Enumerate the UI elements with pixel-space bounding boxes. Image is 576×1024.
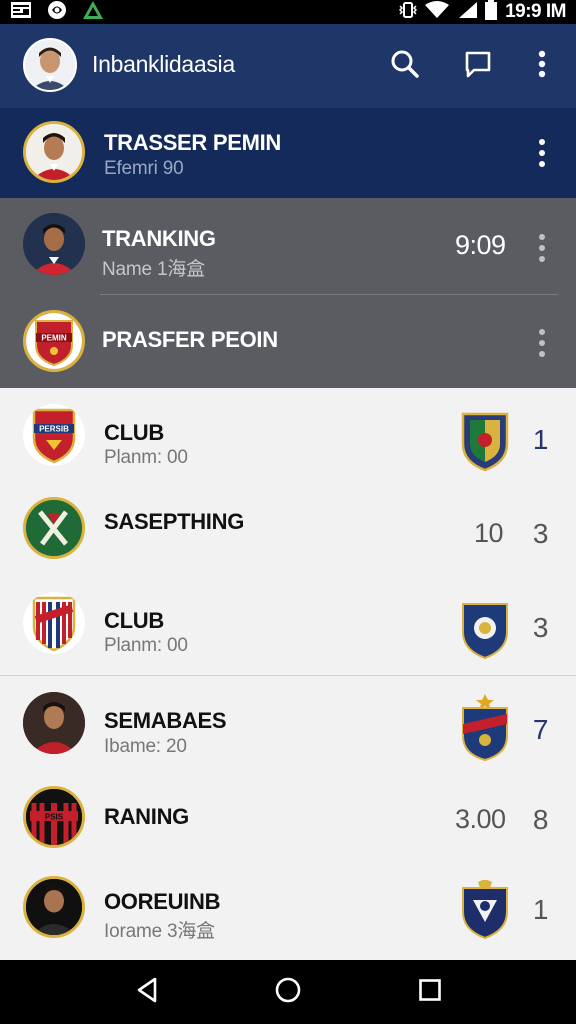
search-icon: [390, 49, 420, 84]
list-item[interactable]: PSIS RANING 3.00 8: [0, 774, 576, 868]
club-crest: PERSIB: [23, 404, 85, 466]
row-title: OOREUINB: [104, 889, 221, 914]
club-crest: PSIS: [23, 786, 85, 848]
vibrate-icon: [399, 0, 418, 25]
row-menu-button[interactable]: [530, 323, 554, 363]
row-title: PRASFER PEOIN: [102, 327, 278, 352]
recents-button[interactable]: [410, 972, 450, 1012]
club-crest: [460, 410, 510, 472]
more-icon: [537, 49, 547, 84]
signal-icon: [457, 1, 478, 24]
svg-text:PERSIB: PERSIB: [39, 425, 69, 434]
logo-icon: [82, 0, 104, 25]
svg-text:PEMIN: PEMIN: [41, 334, 67, 343]
battery-icon: [485, 0, 498, 25]
list-item[interactable]: OOREUINB Iorame 3海盒 1: [0, 868, 576, 960]
chat-button[interactable]: [458, 46, 498, 86]
app-icon: [46, 0, 68, 25]
svg-text:PSIS: PSIS: [45, 813, 64, 822]
row-subtitle: Iorame 3海盒: [104, 921, 215, 942]
club-crest: [460, 600, 510, 660]
row-title: SEMABAES: [104, 708, 227, 733]
row-score: 10: [474, 518, 504, 548]
app-screen: 19:9 IM Inbanklidaasia TRASSER PEMIN Efe…: [0, 0, 576, 1024]
player-avatar: [23, 692, 85, 754]
row-title: TRASSER PEMIN: [104, 130, 282, 155]
recents-icon: [418, 978, 442, 1007]
club-crest: [23, 497, 85, 559]
rank-number: 1: [532, 894, 549, 925]
row-menu-button[interactable]: [530, 228, 554, 268]
player-avatar: [23, 121, 85, 183]
row-title: CLUB: [104, 608, 164, 633]
row-score: 3.00: [455, 804, 506, 834]
status-bar: 19:9 IM: [0, 0, 576, 24]
profile-avatar[interactable]: [23, 38, 77, 92]
image-icon: [10, 1, 32, 24]
row-title: RANING: [104, 804, 189, 829]
home-icon: [274, 976, 302, 1009]
club-crest: [460, 694, 510, 762]
list-item[interactable]: TRANKING Name 1海盒 9:09: [0, 198, 576, 295]
row-subtitle: Ibame: 20: [104, 736, 187, 757]
app-title: Inbanklidaasia: [92, 51, 235, 77]
row-subtitle: Name 1海盒: [102, 259, 205, 280]
list-item[interactable]: PERSIB CLUB Planm: 00 1: [0, 388, 576, 483]
rank-number: 7: [532, 714, 549, 745]
row-subtitle: Planm: 00: [104, 635, 188, 656]
rank-number: 3: [532, 518, 549, 549]
navigation-bar: [0, 960, 576, 1024]
row-title: CLUB: [104, 420, 164, 445]
app-bar: Inbanklidaasia: [0, 24, 576, 108]
club-crest: [23, 592, 85, 654]
player-avatar: [23, 213, 85, 275]
row-title: SASEPTHING: [104, 509, 245, 534]
row-menu-button[interactable]: [530, 133, 554, 173]
club-crest: PEMIN: [23, 310, 85, 372]
clock: 19:9 IM: [505, 1, 566, 22]
list-item[interactable]: SASEPTHING 10 3: [0, 483, 576, 578]
wifi-icon: [425, 0, 450, 24]
row-title: TRANKING: [102, 226, 216, 251]
back-button[interactable]: [127, 972, 167, 1012]
row-subtitle: Planm: 00: [104, 447, 188, 468]
club-crest: [460, 879, 510, 940]
list-item[interactable]: CLUB Planm: 00 3: [0, 578, 576, 676]
row-value: 9:09: [455, 230, 506, 260]
overflow-menu-button[interactable]: [522, 46, 562, 86]
rank-number: 3: [532, 612, 549, 643]
player-avatar: [23, 876, 85, 938]
back-icon: [134, 976, 160, 1009]
list-item[interactable]: SEMABAES Ibame: 20 7: [0, 676, 576, 774]
home-button[interactable]: [268, 972, 308, 1012]
row-subtitle: Efemri 90: [104, 158, 184, 179]
chat-icon: [463, 49, 493, 84]
search-button[interactable]: [385, 46, 425, 86]
rank-number: 1: [532, 424, 549, 455]
list-item[interactable]: TRASSER PEMIN Efemri 90: [0, 108, 576, 198]
list-item[interactable]: PEMIN PRASFER PEOIN: [0, 295, 576, 388]
rank-number: 8: [532, 804, 549, 835]
